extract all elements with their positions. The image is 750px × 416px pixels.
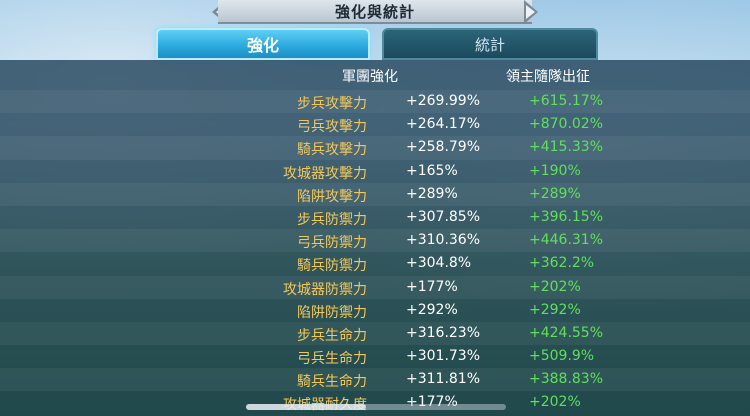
army-value: +292% (406, 301, 458, 318)
tab-statistics-label: 統計 (474, 35, 505, 54)
tab-enhance-label: 強化 (246, 36, 279, 55)
table-row: 騎兵攻擊力 +258.79% +415.33% (0, 136, 750, 160)
row-label: 步兵防禦力 (297, 211, 367, 228)
army-value: +177% (406, 278, 458, 295)
army-value: +310.36% (406, 232, 481, 249)
row-label: 弓兵攻擊力 (297, 119, 367, 136)
tab-enhance[interactable]: 強化 (156, 28, 370, 60)
lord-value: +446.31% (529, 232, 604, 249)
table-row: 攻城器防禦力 +177% +202% (0, 275, 750, 299)
lord-value: +870.02% (529, 116, 604, 133)
stats-panel[interactable]: 軍團強化 領主隨隊出征 步兵攻擊力 +269.99% +615.17% 弓兵攻擊… (0, 60, 750, 416)
table-row: 步兵生命力 +316.23% +424.55% (0, 321, 750, 346)
lord-value: +615.17% (529, 93, 604, 109)
row-label: 攻城器攻擊力 (283, 165, 367, 182)
page-title: 強化與統計 (334, 2, 415, 21)
army-value: +307.85% (406, 208, 481, 225)
table-row: 騎兵生命力 +311.81% +388.83% (0, 368, 750, 392)
row-label: 弓兵防禦力 (297, 235, 367, 252)
lord-value: +289% (529, 185, 581, 202)
army-value: +289% (406, 185, 458, 202)
army-value: +316.23% (406, 324, 481, 341)
lord-value: +190% (529, 162, 581, 179)
army-value: +304.8% (406, 255, 472, 272)
row-label: 弓兵生命力 (297, 351, 367, 368)
header-lord-march: 領主隨隊出征 (506, 69, 590, 85)
horizontal-scrollbar[interactable] (246, 404, 506, 410)
row-label: 騎兵生命力 (297, 374, 367, 391)
lord-value: +362.2% (529, 255, 595, 272)
arrow-right-inner-icon (526, 5, 535, 19)
lord-value: +388.83% (529, 371, 604, 388)
lord-value: +415.33% (529, 139, 604, 156)
scrollbar-thumb[interactable] (246, 404, 366, 410)
stats-table: 步兵攻擊力 +269.99% +615.17% 弓兵攻擊力 +264.17% +… (0, 90, 750, 415)
table-row: 陷阱攻擊力 +289% +289% (0, 182, 750, 206)
tab-statistics[interactable]: 統計 (382, 28, 598, 60)
army-value: +269.99% (406, 93, 481, 109)
row-label: 陷阱攻擊力 (297, 188, 367, 205)
lord-value: +202% (529, 278, 581, 295)
army-value: +301.73% (406, 348, 481, 365)
table-row: 弓兵攻擊力 +264.17% +870.02% (0, 113, 750, 136)
row-label: 騎兵防禦力 (297, 258, 367, 275)
lord-value: +202% (529, 394, 581, 411)
army-value: +264.17% (406, 116, 481, 133)
lord-value: +396.15% (529, 208, 604, 225)
table-row: 步兵攻擊力 +269.99% +615.17% (0, 90, 750, 114)
row-label: 步兵攻擊力 (297, 96, 367, 112)
table-header: 軍團強化 領主隨隊出征 (0, 66, 750, 88)
lord-value: +424.55% (529, 324, 604, 341)
header-army-enhance: 軍團強化 (342, 69, 398, 85)
table-row: 弓兵防禦力 +310.36% +446.31% (0, 229, 750, 253)
army-value: +311.81% (406, 371, 481, 388)
army-value: +258.79% (406, 139, 481, 156)
row-label: 陷阱防禦力 (297, 304, 367, 321)
table-row: 陷阱防禦力 +292% +292% (0, 299, 750, 322)
table-row: 騎兵防禦力 +304.8% +362.2% (0, 252, 750, 275)
table-row: 步兵防禦力 +307.85% +396.15% (0, 206, 750, 229)
row-label: 攻城器防禦力 (283, 281, 367, 298)
lord-value: +509.9% (529, 348, 595, 365)
lord-value: +292% (529, 301, 581, 318)
row-label: 步兵生命力 (297, 327, 367, 344)
row-label: 騎兵攻擊力 (297, 142, 367, 159)
table-row: 攻城器攻擊力 +165% +190% (0, 160, 750, 183)
title-banner: 強化與統計 (218, 0, 532, 24)
table-row: 弓兵生命力 +301.73% +509.9% (0, 345, 750, 368)
army-value: +165% (406, 162, 458, 179)
